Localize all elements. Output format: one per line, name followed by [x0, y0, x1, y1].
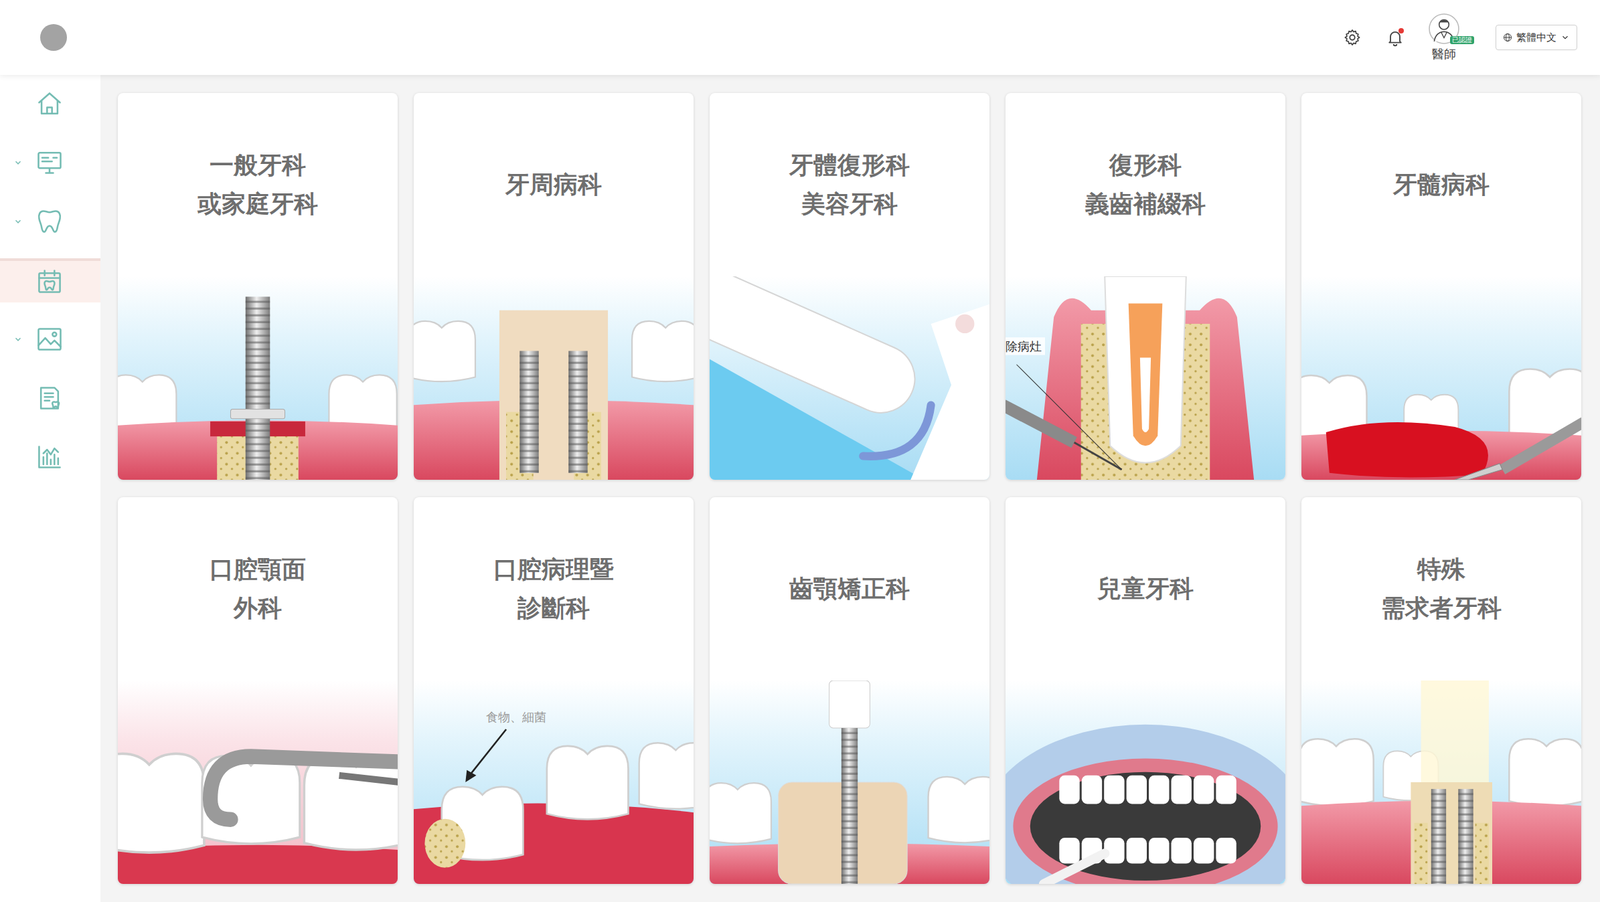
user-role: 醫師 — [1431, 46, 1457, 62]
card-illustration: 食物、細菌 — [413, 680, 694, 885]
card-title-line: 美容牙科 — [801, 184, 898, 224]
avatar[interactable]: 已認證 — [1428, 13, 1460, 45]
card-title: 復形科義齒補綴科 — [1005, 93, 1286, 277]
document-icon — [34, 383, 65, 414]
card-illustration — [413, 276, 694, 480]
department-card[interactable]: 兒童牙科 — [1005, 497, 1286, 885]
card-title-line: 外科 — [233, 589, 282, 628]
body: 一般牙科或家庭牙科牙周病科牙體復形科美容牙科復形科義齒補綴科除病灶牙髓病科口腔顎… — [0, 74, 1600, 902]
card-title-line: 牙體復形科 — [789, 145, 910, 185]
card-title-line: 需求者牙科 — [1381, 589, 1502, 628]
card-title-line: 復形科 — [1109, 145, 1182, 185]
endodontic-illustration-icon — [1301, 276, 1582, 480]
surgery-illustration-icon — [117, 680, 398, 885]
card-title-line: 診斷科 — [517, 589, 590, 628]
expand-chevron-icon[interactable] — [13, 216, 23, 227]
gear-icon[interactable] — [1342, 28, 1362, 47]
card-title: 齒顎矯正科 — [709, 497, 990, 681]
special-illustration-icon — [1301, 680, 1582, 885]
department-grid: 一般牙科或家庭牙科牙周病科牙體復形科美容牙科復形科義齒補綴科除病灶牙髓病科口腔顎… — [100, 74, 1600, 902]
card-title-line: 口腔顎面 — [209, 550, 306, 590]
department-card[interactable]: 牙周病科 — [413, 93, 694, 480]
periodontal-illustration-icon — [413, 276, 694, 480]
logo-icon[interactable] — [40, 24, 67, 51]
card-illustration — [1005, 680, 1286, 885]
card-illustration — [1301, 680, 1582, 885]
card-illustration — [117, 276, 398, 480]
sidebar-item[interactable] — [0, 435, 101, 480]
image-icon — [34, 324, 65, 355]
calendar-icon — [34, 267, 65, 297]
card-title-line: 一般牙科 — [209, 145, 306, 185]
orthodontic-illustration-icon — [709, 680, 990, 885]
card-title-line: 牙周病科 — [505, 165, 602, 205]
department-card[interactable]: 特殊需求者牙科 — [1301, 497, 1582, 885]
card-title: 牙周病科 — [413, 93, 694, 277]
card-title: 口腔顎面外科 — [117, 497, 398, 681]
card-illustration: 除病灶 — [1005, 276, 1286, 480]
card-illustration — [117, 680, 398, 885]
chart-icon — [34, 442, 65, 472]
department-card[interactable]: 牙體復形科美容牙科 — [709, 93, 990, 480]
department-card[interactable]: 牙髓病科 — [1301, 93, 1582, 480]
department-card[interactable]: 齒顎矯正科 — [709, 497, 990, 885]
pathology-illustration-icon: 食物、細菌 — [413, 680, 694, 885]
card-title-line: 口腔病理暨 — [493, 550, 614, 590]
card-title: 口腔病理暨診斷科 — [413, 497, 694, 681]
app: 已認證醫師繁體中文一般牙科或家庭牙科牙周病科牙體復形科美容牙科復形科義齒補綴科除… — [0, 0, 1600, 902]
sidebar-item[interactable] — [0, 199, 101, 244]
card-illustration — [709, 276, 990, 480]
department-card[interactable]: 一般牙科或家庭牙科 — [117, 93, 398, 480]
card-illustration — [709, 680, 990, 885]
card-title: 牙髓病科 — [1301, 93, 1582, 277]
sidebar-item[interactable] — [0, 317, 101, 362]
top-bar: 已認證醫師 繁體中文 — [0, 0, 1600, 75]
verified-badge: 已認證 — [1450, 36, 1475, 45]
restorative-illustration-icon — [709, 276, 990, 480]
card-title-line: 或家庭牙科 — [197, 184, 318, 224]
expand-chevron-icon[interactable] — [13, 157, 23, 168]
card-title: 牙體復形科美容牙科 — [709, 93, 990, 277]
tooth-icon — [34, 206, 65, 237]
sidebar-item[interactable] — [0, 376, 101, 421]
card-illustration — [1301, 276, 1582, 480]
globe-icon — [1502, 32, 1513, 43]
card-title-line: 齒顎矯正科 — [789, 569, 910, 609]
prosthodontic-illustration-icon: 除病灶 — [1005, 276, 1286, 480]
card-title-line: 特殊 — [1417, 550, 1466, 590]
sidebar-item[interactable] — [0, 140, 101, 185]
notifications[interactable] — [1385, 28, 1405, 47]
sidebar-item[interactable] — [0, 258, 101, 303]
pediatric-illustration-icon — [1005, 680, 1286, 885]
card-title: 特殊需求者牙科 — [1301, 497, 1582, 681]
language-label: 繁體中文 — [1516, 31, 1557, 45]
card-title-line: 兒童牙科 — [1097, 569, 1194, 609]
monitor-icon — [34, 147, 65, 178]
card-title-line: 義齒補綴科 — [1085, 184, 1206, 224]
card-title: 一般牙科或家庭牙科 — [117, 93, 398, 277]
chevron-down-icon — [1560, 32, 1570, 43]
user-menu[interactable]: 已認證醫師 — [1428, 13, 1460, 62]
sidebar-item[interactable] — [0, 81, 101, 126]
illustration-label: 除病灶 — [1005, 339, 1042, 354]
sidebar — [0, 74, 101, 902]
implant-illustration-icon — [117, 276, 398, 480]
unread-dot — [1398, 28, 1404, 34]
department-card[interactable]: 口腔病理暨診斷科食物、細菌 — [413, 497, 694, 885]
expand-chevron-icon[interactable] — [13, 334, 23, 345]
card-title-line: 牙髓病科 — [1393, 165, 1490, 205]
language-select[interactable]: 繁體中文 — [1495, 24, 1578, 51]
illustration-label: 食物、細菌 — [486, 710, 547, 725]
card-title: 兒童牙科 — [1005, 497, 1286, 681]
home-icon — [34, 89, 65, 119]
department-card[interactable]: 口腔顎面外科 — [117, 497, 398, 885]
top-actions: 已認證醫師 繁體中文 — [1342, 13, 1578, 62]
department-card[interactable]: 復形科義齒補綴科除病灶 — [1005, 93, 1286, 480]
